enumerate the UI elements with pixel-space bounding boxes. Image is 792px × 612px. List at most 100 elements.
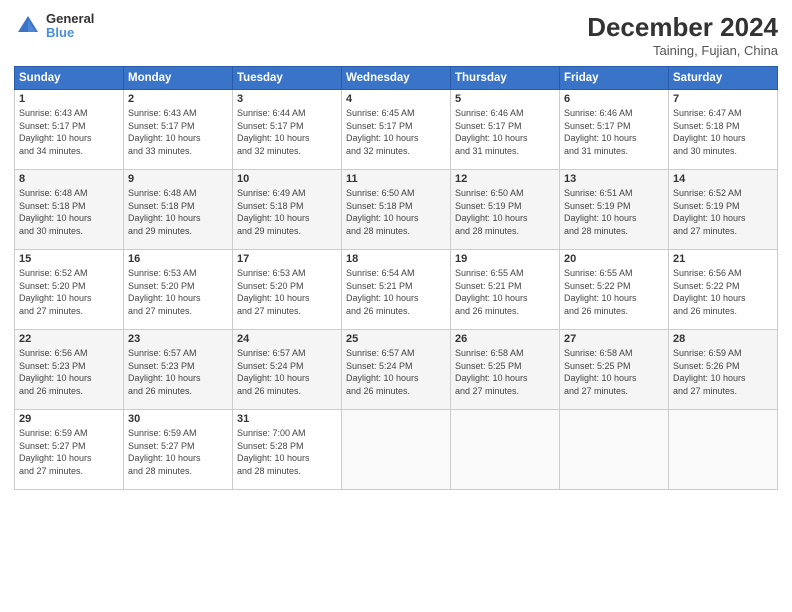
table-row xyxy=(560,410,669,490)
day-number: 19 xyxy=(455,253,555,265)
day-info: Sunrise: 6:58 AM Sunset: 5:25 PM Dayligh… xyxy=(564,347,664,397)
table-row: 7 Sunrise: 6:47 AM Sunset: 5:18 PM Dayli… xyxy=(669,90,778,170)
header-monday: Monday xyxy=(124,67,233,90)
day-number: 16 xyxy=(128,253,228,265)
day-info: Sunrise: 6:55 AM Sunset: 5:21 PM Dayligh… xyxy=(455,267,555,317)
day-info: Sunrise: 6:48 AM Sunset: 5:18 PM Dayligh… xyxy=(128,187,228,237)
calendar-table: Sunday Monday Tuesday Wednesday Thursday… xyxy=(14,66,778,490)
calendar-header: Sunday Monday Tuesday Wednesday Thursday… xyxy=(15,67,778,90)
calendar-week-row: 8 Sunrise: 6:48 AM Sunset: 5:18 PM Dayli… xyxy=(15,170,778,250)
day-number: 30 xyxy=(128,413,228,425)
table-row: 30 Sunrise: 6:59 AM Sunset: 5:27 PM Dayl… xyxy=(124,410,233,490)
day-number: 28 xyxy=(673,333,773,345)
weekday-header-row: Sunday Monday Tuesday Wednesday Thursday… xyxy=(15,67,778,90)
table-row: 4 Sunrise: 6:45 AM Sunset: 5:17 PM Dayli… xyxy=(342,90,451,170)
calendar-week-row: 1 Sunrise: 6:43 AM Sunset: 5:17 PM Dayli… xyxy=(15,90,778,170)
day-info: Sunrise: 6:58 AM Sunset: 5:25 PM Dayligh… xyxy=(455,347,555,397)
header: General Blue December 2024 Taining, Fuji… xyxy=(14,12,778,58)
day-number: 3 xyxy=(237,93,337,105)
day-info: Sunrise: 6:56 AM Sunset: 5:23 PM Dayligh… xyxy=(19,347,119,397)
table-row: 13 Sunrise: 6:51 AM Sunset: 5:19 PM Dayl… xyxy=(560,170,669,250)
day-info: Sunrise: 6:59 AM Sunset: 5:26 PM Dayligh… xyxy=(673,347,773,397)
table-row: 14 Sunrise: 6:52 AM Sunset: 5:19 PM Dayl… xyxy=(669,170,778,250)
table-row: 11 Sunrise: 6:50 AM Sunset: 5:18 PM Dayl… xyxy=(342,170,451,250)
table-row: 19 Sunrise: 6:55 AM Sunset: 5:21 PM Dayl… xyxy=(451,250,560,330)
title-block: December 2024 Taining, Fujian, China xyxy=(587,12,778,58)
day-info: Sunrise: 6:53 AM Sunset: 5:20 PM Dayligh… xyxy=(128,267,228,317)
table-row: 25 Sunrise: 6:57 AM Sunset: 5:24 PM Dayl… xyxy=(342,330,451,410)
logo: General Blue xyxy=(14,12,94,41)
day-info: Sunrise: 6:47 AM Sunset: 5:18 PM Dayligh… xyxy=(673,107,773,157)
day-info: Sunrise: 6:43 AM Sunset: 5:17 PM Dayligh… xyxy=(19,107,119,157)
logo-icon xyxy=(14,12,42,40)
day-info: Sunrise: 6:52 AM Sunset: 5:20 PM Dayligh… xyxy=(19,267,119,317)
table-row: 31 Sunrise: 7:00 AM Sunset: 5:28 PM Dayl… xyxy=(233,410,342,490)
day-info: Sunrise: 6:50 AM Sunset: 5:19 PM Dayligh… xyxy=(455,187,555,237)
table-row: 29 Sunrise: 6:59 AM Sunset: 5:27 PM Dayl… xyxy=(15,410,124,490)
day-info: Sunrise: 6:45 AM Sunset: 5:17 PM Dayligh… xyxy=(346,107,446,157)
day-number: 24 xyxy=(237,333,337,345)
calendar-week-row: 22 Sunrise: 6:56 AM Sunset: 5:23 PM Dayl… xyxy=(15,330,778,410)
day-info: Sunrise: 6:59 AM Sunset: 5:27 PM Dayligh… xyxy=(19,427,119,477)
table-row: 9 Sunrise: 6:48 AM Sunset: 5:18 PM Dayli… xyxy=(124,170,233,250)
day-number: 7 xyxy=(673,93,773,105)
table-row xyxy=(451,410,560,490)
day-number: 27 xyxy=(564,333,664,345)
page: General Blue December 2024 Taining, Fuji… xyxy=(0,0,792,612)
day-info: Sunrise: 7:00 AM Sunset: 5:28 PM Dayligh… xyxy=(237,427,337,477)
day-info: Sunrise: 6:53 AM Sunset: 5:20 PM Dayligh… xyxy=(237,267,337,317)
table-row: 20 Sunrise: 6:55 AM Sunset: 5:22 PM Dayl… xyxy=(560,250,669,330)
table-row: 15 Sunrise: 6:52 AM Sunset: 5:20 PM Dayl… xyxy=(15,250,124,330)
day-number: 31 xyxy=(237,413,337,425)
day-info: Sunrise: 6:52 AM Sunset: 5:19 PM Dayligh… xyxy=(673,187,773,237)
table-row: 12 Sunrise: 6:50 AM Sunset: 5:19 PM Dayl… xyxy=(451,170,560,250)
table-row: 17 Sunrise: 6:53 AM Sunset: 5:20 PM Dayl… xyxy=(233,250,342,330)
table-row: 23 Sunrise: 6:57 AM Sunset: 5:23 PM Dayl… xyxy=(124,330,233,410)
day-info: Sunrise: 6:51 AM Sunset: 5:19 PM Dayligh… xyxy=(564,187,664,237)
table-row: 22 Sunrise: 6:56 AM Sunset: 5:23 PM Dayl… xyxy=(15,330,124,410)
day-number: 14 xyxy=(673,173,773,185)
table-row: 26 Sunrise: 6:58 AM Sunset: 5:25 PM Dayl… xyxy=(451,330,560,410)
day-number: 12 xyxy=(455,173,555,185)
day-info: Sunrise: 6:57 AM Sunset: 5:24 PM Dayligh… xyxy=(346,347,446,397)
header-sunday: Sunday xyxy=(15,67,124,90)
logo-line1: General xyxy=(46,12,94,26)
table-row: 8 Sunrise: 6:48 AM Sunset: 5:18 PM Dayli… xyxy=(15,170,124,250)
header-thursday: Thursday xyxy=(451,67,560,90)
calendar-title: December 2024 xyxy=(587,12,778,43)
header-wednesday: Wednesday xyxy=(342,67,451,90)
day-number: 25 xyxy=(346,333,446,345)
table-row: 16 Sunrise: 6:53 AM Sunset: 5:20 PM Dayl… xyxy=(124,250,233,330)
table-row: 18 Sunrise: 6:54 AM Sunset: 5:21 PM Dayl… xyxy=(342,250,451,330)
calendar-week-row: 29 Sunrise: 6:59 AM Sunset: 5:27 PM Dayl… xyxy=(15,410,778,490)
table-row: 6 Sunrise: 6:46 AM Sunset: 5:17 PM Dayli… xyxy=(560,90,669,170)
table-row xyxy=(342,410,451,490)
day-info: Sunrise: 6:59 AM Sunset: 5:27 PM Dayligh… xyxy=(128,427,228,477)
day-number: 1 xyxy=(19,93,119,105)
day-number: 9 xyxy=(128,173,228,185)
day-number: 23 xyxy=(128,333,228,345)
day-number: 11 xyxy=(346,173,446,185)
day-number: 10 xyxy=(237,173,337,185)
day-number: 22 xyxy=(19,333,119,345)
day-number: 20 xyxy=(564,253,664,265)
day-info: Sunrise: 6:57 AM Sunset: 5:24 PM Dayligh… xyxy=(237,347,337,397)
calendar-body: 1 Sunrise: 6:43 AM Sunset: 5:17 PM Dayli… xyxy=(15,90,778,490)
table-row: 27 Sunrise: 6:58 AM Sunset: 5:25 PM Dayl… xyxy=(560,330,669,410)
day-info: Sunrise: 6:44 AM Sunset: 5:17 PM Dayligh… xyxy=(237,107,337,157)
day-number: 17 xyxy=(237,253,337,265)
calendar-week-row: 15 Sunrise: 6:52 AM Sunset: 5:20 PM Dayl… xyxy=(15,250,778,330)
logo-line2: Blue xyxy=(46,26,94,40)
day-number: 26 xyxy=(455,333,555,345)
day-info: Sunrise: 6:56 AM Sunset: 5:22 PM Dayligh… xyxy=(673,267,773,317)
day-number: 13 xyxy=(564,173,664,185)
table-row: 3 Sunrise: 6:44 AM Sunset: 5:17 PM Dayli… xyxy=(233,90,342,170)
day-number: 29 xyxy=(19,413,119,425)
logo-text: General Blue xyxy=(46,12,94,41)
day-info: Sunrise: 6:55 AM Sunset: 5:22 PM Dayligh… xyxy=(564,267,664,317)
table-row xyxy=(669,410,778,490)
table-row: 2 Sunrise: 6:43 AM Sunset: 5:17 PM Dayli… xyxy=(124,90,233,170)
table-row: 5 Sunrise: 6:46 AM Sunset: 5:17 PM Dayli… xyxy=(451,90,560,170)
table-row: 24 Sunrise: 6:57 AM Sunset: 5:24 PM Dayl… xyxy=(233,330,342,410)
day-number: 15 xyxy=(19,253,119,265)
